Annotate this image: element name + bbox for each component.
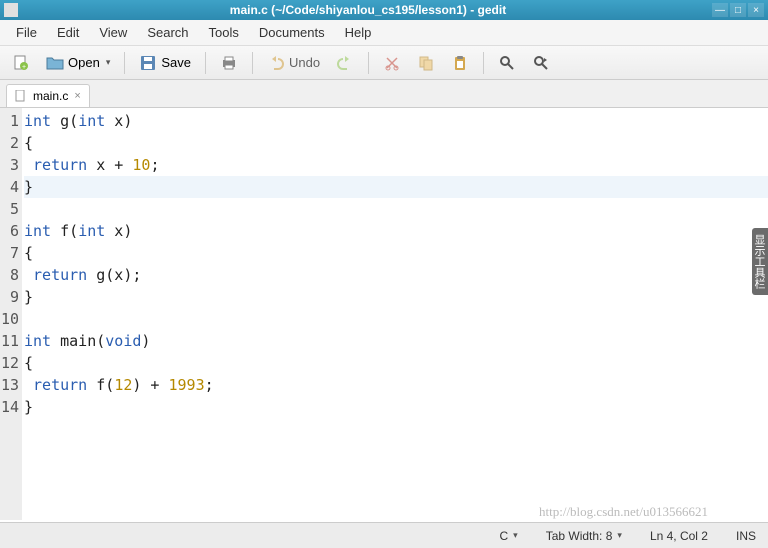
line-number: 2 — [0, 132, 19, 154]
save-button[interactable]: Save — [133, 51, 197, 75]
line-number: 1 — [0, 110, 19, 132]
code-line[interactable]: int g(int x) — [24, 110, 768, 132]
chevron-down-icon: ▾ — [617, 530, 622, 541]
code-line[interactable]: int f(int x) — [24, 220, 768, 242]
code-line[interactable]: } — [24, 286, 768, 308]
line-number: 7 — [0, 242, 19, 264]
separator — [124, 52, 125, 74]
status-insert-mode[interactable]: INS — [736, 529, 756, 543]
status-tabwidth[interactable]: Tab Width: 8 ▾ — [546, 529, 622, 543]
svg-text:+: + — [22, 64, 26, 71]
chevron-down-icon: ▾ — [513, 530, 518, 541]
undo-button[interactable]: Undo — [261, 51, 326, 75]
separator — [483, 52, 484, 74]
line-number: 3 — [0, 154, 19, 176]
save-label: Save — [161, 55, 191, 70]
toolbar: + Open ▾ Save Undo — [0, 46, 768, 80]
code-line[interactable]: { — [24, 132, 768, 154]
titlebar: main.c (~/Code/shiyanlou_cs195/lesson1) … — [0, 0, 768, 20]
find-replace-icon — [532, 54, 550, 72]
menu-view[interactable]: View — [89, 21, 137, 44]
menu-documents[interactable]: Documents — [249, 21, 335, 44]
copy-icon — [417, 54, 435, 72]
find-button[interactable] — [492, 51, 522, 75]
minimize-button[interactable]: — — [712, 3, 728, 17]
paste-icon — [451, 54, 469, 72]
tabbar: main.c × — [0, 80, 768, 108]
undo-icon — [267, 54, 285, 72]
statusbar: C ▾ Tab Width: 8 ▾ Ln 4, Col 2 INS — [0, 522, 768, 548]
code-line[interactable]: { — [24, 352, 768, 374]
status-language[interactable]: C ▾ — [500, 529, 518, 543]
print-icon — [220, 54, 238, 72]
undo-label: Undo — [289, 55, 320, 70]
menubar: File Edit View Search Tools Documents He… — [0, 20, 768, 46]
code-line[interactable]: return f(12) + 1993; — [24, 374, 768, 396]
separator — [252, 52, 253, 74]
redo-icon — [336, 54, 354, 72]
separator — [205, 52, 206, 74]
line-number: 13 — [0, 374, 19, 396]
cut-icon — [383, 54, 401, 72]
line-number: 10 — [0, 308, 19, 330]
search-icon — [498, 54, 516, 72]
line-number: 6 — [0, 220, 19, 242]
code-line[interactable]: } — [24, 176, 768, 198]
close-button[interactable]: × — [748, 3, 764, 17]
separator — [368, 52, 369, 74]
tab-close-button[interactable]: × — [74, 90, 80, 102]
paste-button[interactable] — [445, 51, 475, 75]
find-replace-button[interactable] — [526, 51, 556, 75]
code-area[interactable]: int g(int x){ return x + 10;}int f(int x… — [22, 108, 768, 520]
cut-button[interactable] — [377, 51, 407, 75]
maximize-button[interactable]: □ — [730, 3, 746, 17]
code-line[interactable] — [24, 198, 768, 220]
file-icon — [15, 90, 27, 102]
open-label: Open — [68, 55, 100, 70]
line-gutter: 1234567891011121314 — [0, 108, 22, 520]
menu-tools[interactable]: Tools — [199, 21, 249, 44]
watermark: http://blog.csdn.net/u013566621 — [539, 504, 708, 520]
app-icon — [4, 3, 18, 17]
copy-button[interactable] — [411, 51, 441, 75]
editor: 1234567891011121314 int g(int x){ return… — [0, 108, 768, 520]
save-icon — [139, 54, 157, 72]
code-line[interactable]: { — [24, 242, 768, 264]
code-line[interactable]: } — [24, 396, 768, 418]
menu-search[interactable]: Search — [137, 21, 198, 44]
code-line[interactable]: return x + 10; — [24, 154, 768, 176]
menu-file[interactable]: File — [6, 21, 47, 44]
code-line[interactable]: return g(x); — [24, 264, 768, 286]
code-line[interactable] — [24, 308, 768, 330]
window-title: main.c (~/Code/shiyanlou_cs195/lesson1) … — [24, 3, 712, 17]
line-number: 11 — [0, 330, 19, 352]
redo-button[interactable] — [330, 51, 360, 75]
line-number: 8 — [0, 264, 19, 286]
folder-icon — [46, 54, 64, 72]
menu-help[interactable]: Help — [335, 21, 382, 44]
menu-edit[interactable]: Edit — [47, 21, 89, 44]
new-button[interactable]: + — [6, 51, 36, 75]
line-number: 4 — [0, 176, 19, 198]
side-panel-handle[interactable]: 显示工具栏 — [752, 228, 768, 295]
line-number: 14 — [0, 396, 19, 418]
print-button[interactable] — [214, 51, 244, 75]
tab-main-c[interactable]: main.c × — [6, 84, 90, 107]
line-number: 5 — [0, 198, 19, 220]
open-button[interactable]: Open ▾ — [40, 51, 116, 75]
code-line[interactable]: int main(void) — [24, 330, 768, 352]
new-doc-icon: + — [12, 54, 30, 72]
chevron-down-icon: ▾ — [106, 57, 111, 68]
tab-label: main.c — [33, 89, 68, 103]
line-number: 9 — [0, 286, 19, 308]
line-number: 12 — [0, 352, 19, 374]
status-position: Ln 4, Col 2 — [650, 529, 708, 543]
